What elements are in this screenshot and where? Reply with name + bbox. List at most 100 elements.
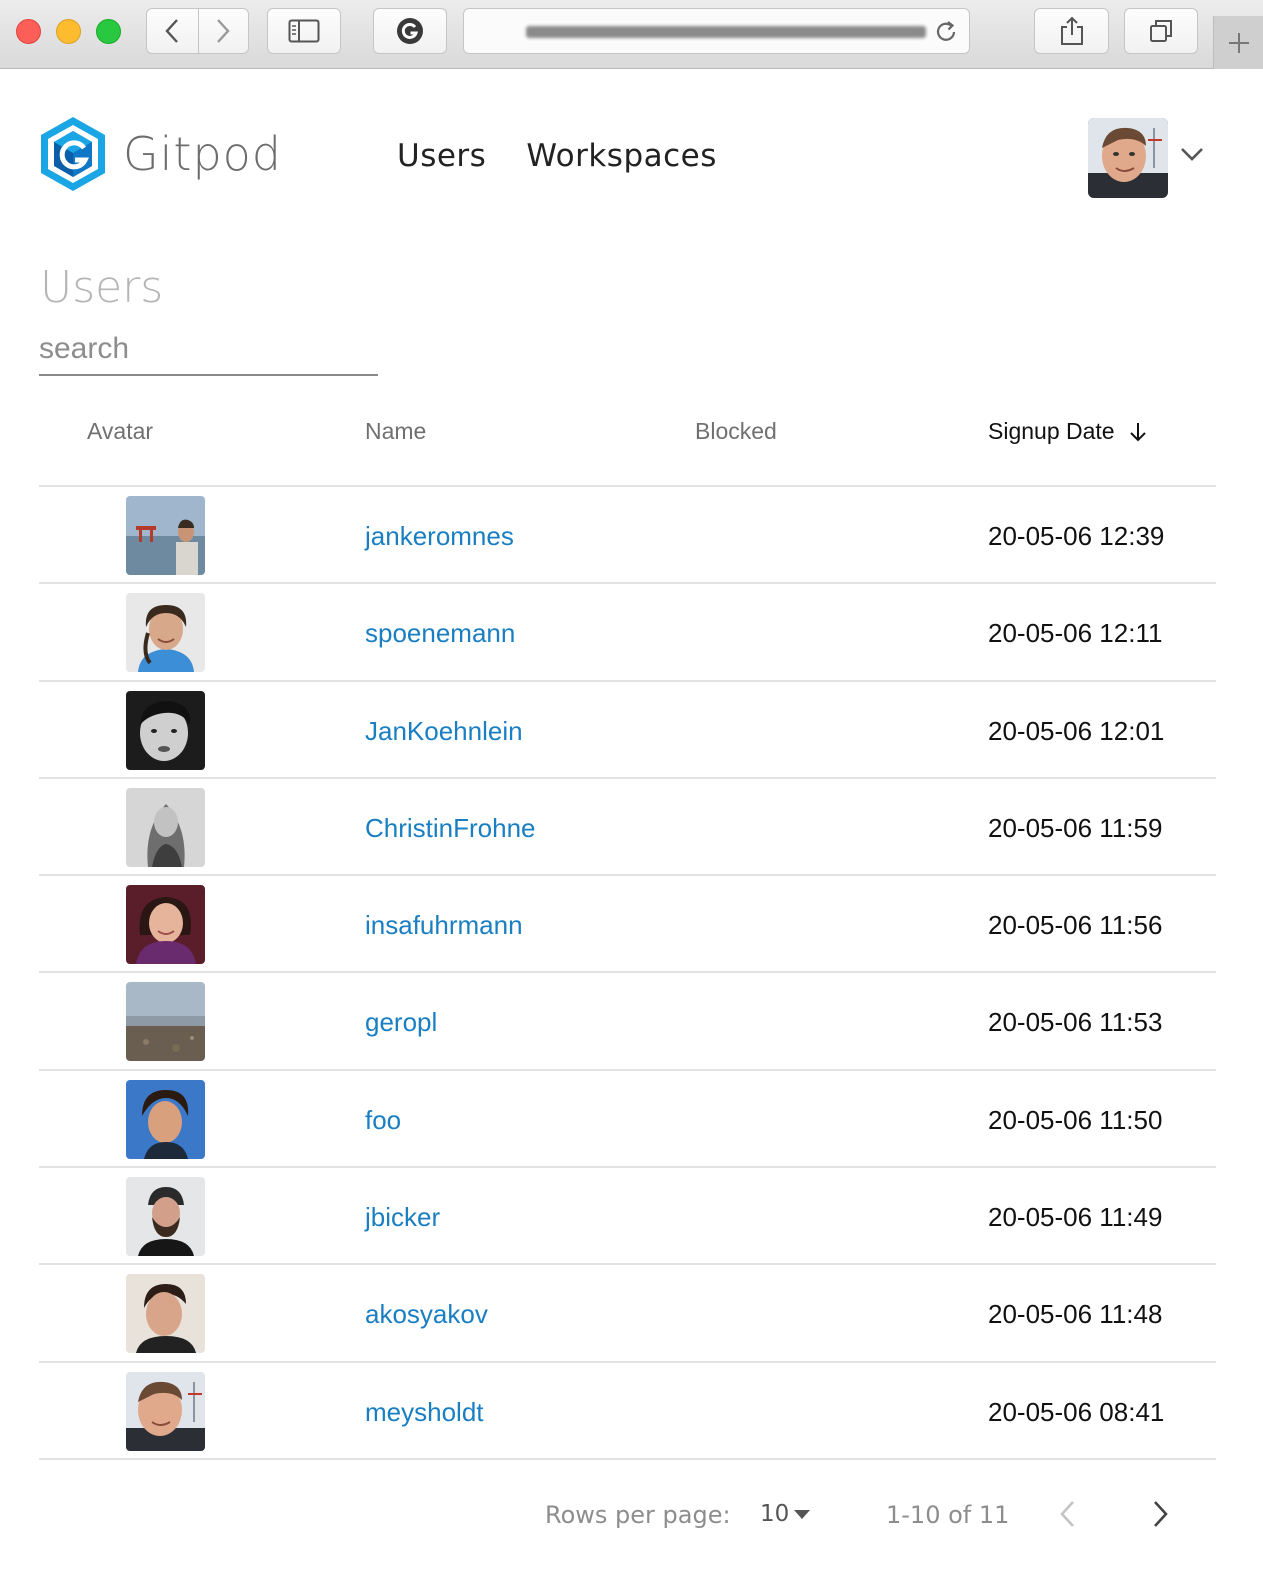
caret-down-icon bbox=[794, 1510, 811, 1519]
table-row[interactable]: foo 20-05-06 11:50 bbox=[39, 1071, 1216, 1169]
table-row[interactable]: akosyakov 20-05-06 11:48 bbox=[39, 1265, 1216, 1363]
chevron-left-icon bbox=[165, 19, 179, 43]
avatar-image bbox=[126, 885, 205, 965]
user-avatar-image bbox=[1088, 118, 1168, 198]
table-row[interactable]: insafuhrmann 20-05-06 11:56 bbox=[39, 876, 1216, 974]
redacted-url bbox=[526, 26, 926, 38]
avatar[interactable] bbox=[126, 1274, 205, 1354]
avatar-image bbox=[126, 496, 205, 575]
column-header-signup-date[interactable]: Signup Date bbox=[988, 418, 1149, 445]
avatar[interactable] bbox=[126, 885, 205, 965]
signup-date: 20-05-06 12:11 bbox=[988, 618, 1163, 649]
signup-date: 20-05-06 11:48 bbox=[988, 1299, 1163, 1330]
history-nav bbox=[146, 8, 249, 54]
table-row[interactable]: ChristinFrohne 20-05-06 11:59 bbox=[39, 779, 1216, 877]
reload-icon[interactable] bbox=[933, 19, 959, 45]
column-header-name[interactable]: Name bbox=[365, 418, 426, 445]
column-header-avatar: Avatar bbox=[87, 418, 154, 444]
top-nav: Users Workspaces bbox=[397, 138, 717, 174]
signup-date: 20-05-06 11:50 bbox=[988, 1104, 1163, 1135]
signup-date: 20-05-06 12:39 bbox=[988, 521, 1165, 551]
table-row[interactable]: geropl 20-05-06 11:53 bbox=[39, 973, 1216, 1071]
user-name-link[interactable]: JanKoehnlein bbox=[365, 716, 523, 747]
rows-per-page-label: Rows per page: bbox=[545, 1501, 731, 1529]
avatar-image bbox=[126, 593, 205, 673]
sidebar-button[interactable] bbox=[267, 8, 341, 54]
avatar-image bbox=[126, 1274, 205, 1354]
avatar-image bbox=[126, 1371, 205, 1451]
signup-date: 20-05-06 11:53 bbox=[988, 1007, 1163, 1038]
gitpod-logo[interactable]: Gitpod bbox=[38, 115, 282, 193]
table-row[interactable]: jankeromnes 20-05-06 12:39 bbox=[39, 487, 1216, 585]
table-row[interactable]: jbicker 20-05-06 11:49 bbox=[39, 1168, 1216, 1266]
rows-per-page-select[interactable]: 10 bbox=[760, 1501, 811, 1527]
avatar-image bbox=[126, 1177, 205, 1257]
user-name-link[interactable]: ChristinFrohne bbox=[365, 813, 536, 844]
users-table: Avatar Name Blocked Signup Date jankerom… bbox=[39, 404, 1216, 1460]
search-field bbox=[39, 318, 378, 376]
table-row[interactable]: spoenemann 20-05-06 12:11 bbox=[39, 584, 1216, 682]
signup-date: 20-05-06 11:49 bbox=[988, 1202, 1163, 1233]
signup-date: 20-05-06 11:59 bbox=[988, 812, 1163, 843]
pagination: Rows per page: 10 1-10 of 11 bbox=[0, 1497, 1263, 1537]
user-name-link[interactable]: jankeromnes bbox=[365, 521, 514, 552]
user-avatar[interactable] bbox=[1088, 118, 1168, 198]
chevron-down-icon[interactable] bbox=[1179, 146, 1205, 162]
table-row[interactable]: JanKoehnlein 20-05-06 12:01 bbox=[39, 682, 1216, 779]
search-input[interactable] bbox=[39, 318, 378, 374]
forward-button[interactable] bbox=[197, 9, 249, 53]
signup-date: 20-05-06 08:41 bbox=[988, 1396, 1165, 1427]
chevron-right-icon bbox=[217, 19, 230, 43]
user-name-link[interactable]: akosyakov bbox=[365, 1299, 488, 1330]
chevron-left-icon[interactable] bbox=[1057, 1499, 1077, 1529]
signup-date: 20-05-06 12:01 bbox=[988, 715, 1165, 746]
window-close-button[interactable] bbox=[16, 19, 41, 44]
avatar[interactable] bbox=[126, 496, 205, 575]
nav-users-link[interactable]: Users bbox=[397, 138, 486, 174]
nav-workspaces-link[interactable]: Workspaces bbox=[526, 138, 717, 174]
user-name-link[interactable]: geropl bbox=[365, 1007, 437, 1038]
table-row[interactable]: meysholdt 20-05-06 08:41 bbox=[39, 1363, 1216, 1460]
tabs-icon bbox=[1150, 20, 1172, 42]
column-header-signup-date-label: Signup Date bbox=[988, 418, 1115, 444]
rows-per-page-value: 10 bbox=[760, 1501, 790, 1527]
sidebar-icon bbox=[288, 19, 320, 43]
back-button[interactable] bbox=[147, 9, 198, 53]
tab-overview-button[interactable] bbox=[1124, 8, 1198, 54]
avatar[interactable] bbox=[126, 982, 205, 1062]
grammarly-extension-button[interactable] bbox=[373, 8, 447, 54]
page-range: 1-10 of 11 bbox=[886, 1501, 1010, 1529]
user-name-link[interactable]: jbicker bbox=[365, 1202, 440, 1233]
avatar-image bbox=[126, 787, 205, 867]
browser-toolbar bbox=[0, 0, 1263, 69]
new-tab-button[interactable] bbox=[1213, 16, 1263, 69]
user-name-link[interactable]: meysholdt bbox=[365, 1397, 484, 1428]
column-header-blocked[interactable]: Blocked bbox=[695, 418, 777, 445]
page-title: Users bbox=[40, 262, 164, 313]
avatar[interactable] bbox=[126, 1079, 205, 1159]
share-icon bbox=[1060, 16, 1083, 45]
brand-name: Gitpod bbox=[123, 127, 283, 181]
grammarly-icon bbox=[397, 18, 423, 44]
avatar-image bbox=[126, 982, 205, 1062]
avatar[interactable] bbox=[126, 593, 205, 673]
table-header: Avatar Name Blocked Signup Date bbox=[39, 404, 1216, 487]
window-minimize-button[interactable] bbox=[56, 19, 81, 44]
chevron-right-icon[interactable] bbox=[1151, 1499, 1171, 1529]
window-zoom-button[interactable] bbox=[96, 19, 121, 44]
plus-icon bbox=[1228, 32, 1249, 53]
user-name-link[interactable]: foo bbox=[365, 1105, 401, 1136]
user-name-link[interactable]: spoenemann bbox=[365, 618, 515, 649]
avatar[interactable] bbox=[126, 1177, 205, 1257]
avatar-image bbox=[126, 1079, 205, 1159]
avatar[interactable] bbox=[126, 690, 205, 770]
gitpod-logo-icon bbox=[41, 117, 105, 191]
share-button[interactable] bbox=[1034, 8, 1109, 54]
avatar-image bbox=[126, 690, 205, 770]
arrow-down-icon bbox=[1129, 422, 1146, 441]
signup-date: 20-05-06 11:56 bbox=[988, 910, 1163, 941]
avatar[interactable] bbox=[126, 1371, 205, 1451]
avatar[interactable] bbox=[126, 787, 205, 867]
user-name-link[interactable]: insafuhrmann bbox=[365, 910, 523, 941]
address-bar[interactable] bbox=[463, 8, 970, 54]
